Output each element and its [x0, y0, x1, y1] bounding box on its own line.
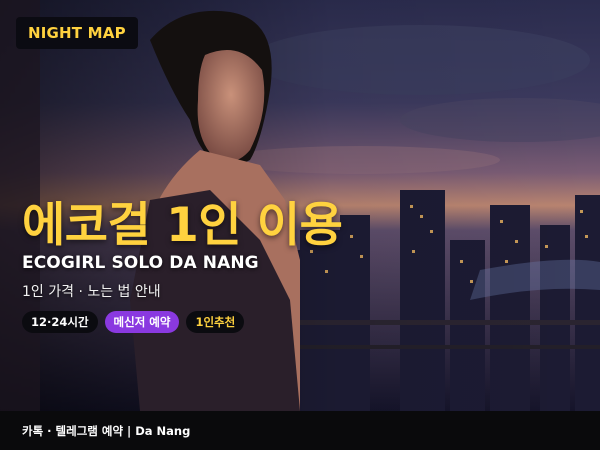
description: 1인 가격 · 노는 법 안내 [22, 284, 161, 300]
chip-messenger-booking: 메신저 예약 [104, 311, 180, 333]
chip-hours: 12·24시간 [22, 311, 98, 333]
badge-label: NIGHT MAP [28, 24, 126, 42]
chip-row: 12·24시간 메신저 예약 1인추천 [22, 311, 245, 333]
night-map-badge: NIGHT MAP [16, 17, 138, 49]
chip-solo-recommend: 1인추천 [186, 311, 245, 333]
subtitle: ECOGIRL SOLO DA NANG [22, 253, 259, 273]
footer-bar: 카톡 · 텔레그램 예약 | Da Nang [0, 411, 600, 450]
footer-text: 카톡 · 텔레그램 예약 | Da Nang [22, 423, 191, 438]
headline: 에코걸 1인 이용 [22, 198, 343, 253]
promo-banner: NIGHT MAP 에코걸 1인 이용 ECOGIRL SOLO DA NANG… [0, 0, 600, 450]
